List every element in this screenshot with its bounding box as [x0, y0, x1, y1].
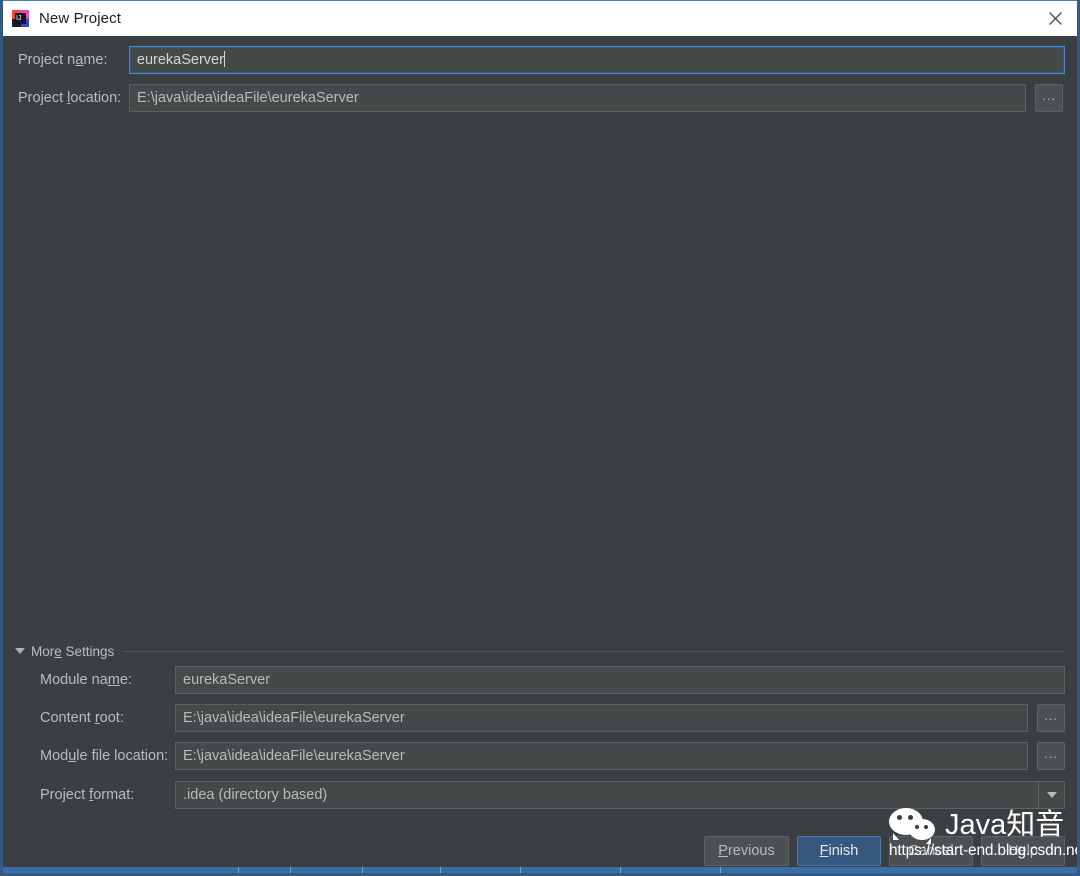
close-icon [1048, 12, 1062, 25]
module-file-location-label: Module file location: [40, 748, 169, 764]
dialog-body: Project name: eurekaServer Project locat… [3, 36, 1077, 868]
project-format-label: Project format: [40, 787, 135, 803]
dialog-titlebar: IJ New Project [3, 0, 1077, 36]
project-format-select[interactable]: .idea (directory based) [175, 781, 1065, 809]
dialog-title: New Project [39, 10, 121, 27]
cancel-button[interactable]: Cancel [889, 836, 973, 866]
project-format-value: .idea (directory based) [183, 787, 328, 803]
previous-button[interactable]: Previous [704, 836, 789, 866]
module-file-location-browse-button[interactable]: ... [1037, 742, 1065, 770]
module-name-row: Module name: eurekaServer [40, 666, 1065, 694]
project-name-value: eurekaServer [136, 52, 224, 68]
project-name-row: Project name: eurekaServer [18, 46, 1065, 74]
project-name-label: Project name: [18, 52, 108, 68]
project-location-row: Project location: E:\java\idea\ideaFile\… [18, 84, 1065, 112]
content-root-input[interactable]: E:\java\idea\ideaFile\eurekaServer [175, 704, 1028, 732]
finish-button[interactable]: Finish [797, 836, 881, 866]
more-settings-label: More Settings [31, 643, 115, 659]
chevron-down-icon [15, 648, 25, 654]
intellij-idea-icon: IJ [12, 10, 29, 27]
new-project-dialog: IJ New Project Project name: eurekaServe… [0, 0, 1080, 876]
dialog-footer: Previous Finish Cancel Help [3, 832, 1077, 872]
project-location-browse-button[interactable]: ... [1035, 84, 1063, 112]
module-name-label: Module name: [40, 672, 132, 688]
project-format-row: Project format: .idea (directory based) [40, 781, 1065, 809]
content-root-label: Content root: [40, 710, 124, 726]
module-file-location-input[interactable]: E:\java\idea\ideaFile\eurekaServer [175, 742, 1028, 770]
more-settings-section-header[interactable]: More Settings [15, 642, 1065, 660]
module-file-location-row: Module file location: E:\java\idea\ideaF… [40, 742, 1065, 770]
help-button[interactable]: Help [981, 836, 1065, 866]
project-location-input[interactable]: E:\java\idea\ideaFile\eurekaServer [129, 84, 1026, 112]
close-button[interactable] [1031, 2, 1077, 36]
project-name-input[interactable]: eurekaServer [128, 46, 1065, 74]
text-caret [223, 51, 225, 67]
section-divider [122, 650, 1065, 652]
module-name-input[interactable]: eurekaServer [175, 666, 1065, 694]
chevron-down-icon[interactable] [1038, 782, 1064, 808]
content-root-row: Content root: E:\java\idea\ideaFile\eure… [40, 704, 1065, 732]
project-location-label: Project location: [18, 90, 122, 106]
content-root-browse-button[interactable]: ... [1037, 704, 1065, 732]
taskbar-strip [3, 867, 1077, 873]
